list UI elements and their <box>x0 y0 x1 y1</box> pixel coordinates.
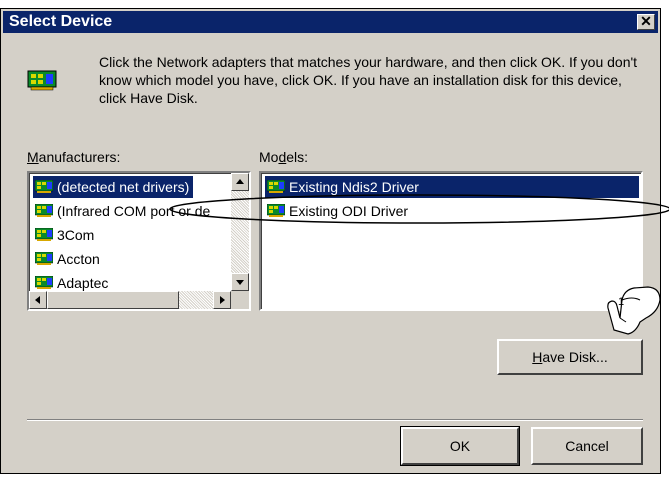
list-item-label: 3Com <box>57 227 95 243</box>
close-button[interactable]: ✕ <box>637 14 655 30</box>
network-card-icon <box>267 204 285 217</box>
list-item[interactable]: Existing Ndis2 Driver <box>265 176 639 198</box>
scroll-left-button[interactable] <box>29 291 47 309</box>
network-card-icon <box>35 276 53 289</box>
list-item[interactable]: 3Com <box>33 224 98 246</box>
separator-highlight <box>27 420 643 421</box>
horizontal-scrollbar[interactable] <box>29 291 231 309</box>
have-disk-button[interactable]: Have Disk... <box>497 339 643 375</box>
manufacturers-list[interactable]: (detected net drivers) (Infrared COM por… <box>27 171 251 311</box>
manufacturers-label: Manufacturers: <box>27 149 121 165</box>
list-item-label: Existing Ndis2 Driver <box>289 179 419 195</box>
list-item[interactable]: (detected net drivers) <box>33 176 194 198</box>
network-card-icon <box>267 180 285 193</box>
list-item-label: Existing ODI Driver <box>289 203 409 219</box>
list-item-label: Accton <box>57 251 100 267</box>
arrow-up-icon <box>236 179 244 184</box>
list-item-label: (Infrared COM port or de <box>57 203 211 219</box>
network-adapter-icon <box>27 70 57 91</box>
arrow-right-icon <box>220 296 225 304</box>
vertical-scrollbar[interactable] <box>231 173 249 291</box>
cancel-button[interactable]: Cancel <box>531 427 643 465</box>
models-list[interactable]: Existing Ndis2 Driver Existing ODI Drive… <box>259 171 643 311</box>
title-bar: Select Device ✕ <box>3 11 658 33</box>
ok-button[interactable]: OK <box>400 426 520 466</box>
list-item[interactable]: Accton <box>33 248 104 270</box>
window-title: Select Device <box>9 13 113 30</box>
network-card-icon <box>35 204 53 217</box>
list-item[interactable]: (Infrared COM port or de <box>33 200 214 222</box>
arrow-left-icon <box>35 296 40 304</box>
scroll-right-button[interactable] <box>213 291 231 309</box>
list-item-label: (detected net drivers) <box>57 179 190 195</box>
list-item-label: Adaptec <box>57 275 109 291</box>
instructions-text: Click the Network adapters that matches … <box>99 54 638 106</box>
network-card-icon <box>35 180 53 193</box>
scroll-thumb[interactable] <box>47 291 179 309</box>
network-card-icon <box>35 252 53 265</box>
models-label: Models: <box>259 149 309 165</box>
arrow-down-icon <box>236 280 244 285</box>
close-icon: ✕ <box>640 13 652 29</box>
scroll-corner <box>231 291 249 309</box>
scroll-down-button[interactable] <box>231 273 249 291</box>
select-device-dialog: Select Device ✕ Click the Network adapte… <box>0 8 661 474</box>
list-item[interactable]: Existing ODI Driver <box>265 200 412 222</box>
scroll-up-button[interactable] <box>231 173 249 191</box>
network-card-icon <box>35 228 53 241</box>
